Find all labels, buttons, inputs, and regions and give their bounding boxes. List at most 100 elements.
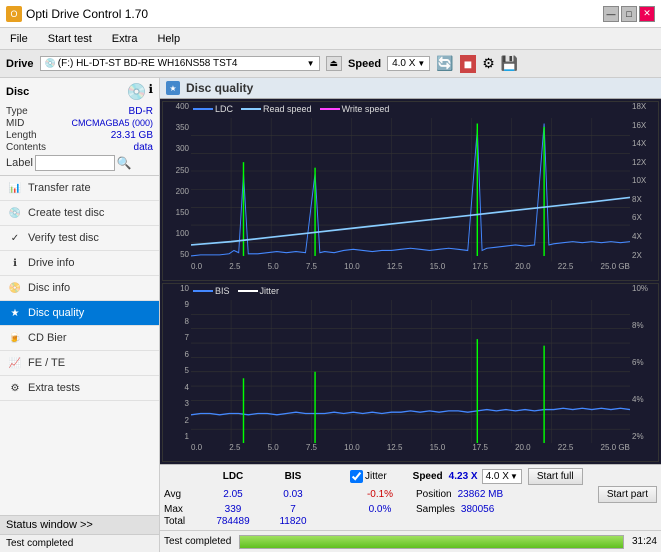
stats-max-bis: 7 (264, 504, 322, 515)
menu-extra[interactable]: Extra (106, 31, 144, 47)
window-controls: — □ ✕ (603, 6, 655, 22)
bis-y-axis-right: 10% 8% 6% 4% 2% (630, 284, 658, 442)
ldc-y-axis-left: 400 350 300 250 200 150 100 50 (163, 102, 191, 260)
speed-dropdown[interactable]: 4.0 X ▼ (387, 56, 430, 71)
ldc-legend-write-label: Write speed (342, 104, 390, 114)
stats-avg-bis: 0.03 (264, 489, 322, 500)
sidebar-item-verify-test-disc[interactable]: ✓ Verify test disc (0, 226, 159, 251)
ldc-legend-ldc: LDC (193, 104, 233, 114)
status-text-value: Test completed (6, 538, 73, 549)
disc-info-btn[interactable]: ℹ (148, 82, 153, 102)
stats-total-row: Total 784489 11820 (164, 516, 657, 527)
stats-max-row: Max 339 7 0.0% Samples 380056 (164, 504, 657, 515)
disc-mid-row: MID CMCMAGBA5 (000) (6, 118, 153, 129)
stats-speed-dropdown-value: 4.0 X (486, 471, 509, 482)
stats-max-jitter: 0.0% (350, 504, 410, 515)
stats-speed-dropdown-arrow: ▼ (510, 472, 518, 481)
fe-te-icon: 📈 (8, 356, 22, 370)
disc-panel: Disc 💿 ℹ Type BD-R MID CMCMAGBA5 (000) L… (0, 78, 159, 176)
status-text: Test completed (0, 534, 159, 552)
stop-button[interactable]: ■ (460, 55, 476, 73)
sidebar-item-fe-te[interactable]: 📈 FE / TE (0, 351, 159, 376)
disc-contents-label: Contents (6, 142, 46, 153)
bis-legend-bis-label: BIS (215, 286, 230, 296)
stats-samples-label: Samples (416, 504, 455, 515)
stats-panel: LDC BIS Jitter Speed 4.23 X 4.0 X ▼ Star… (160, 464, 661, 530)
speed-label: Speed (348, 58, 381, 70)
ldc-legend-write: Write speed (320, 104, 390, 114)
stats-max-ldc: 339 (204, 504, 262, 515)
progress-bar-container (239, 535, 624, 549)
sidebar-item-disc-info[interactable]: 📀 Disc info (0, 276, 159, 301)
stats-speed-dropdown[interactable]: 4.0 X ▼ (482, 469, 522, 484)
content-header: ★ Disc quality (160, 78, 661, 99)
menubar: File Start test Extra Help (0, 28, 661, 50)
save-icon[interactable]: 💾 (501, 55, 518, 72)
drive-bar: Drive 💿 (F:) HL-DT-ST BD-RE WH16NS58 TST… (0, 50, 661, 78)
cd-bier-icon: 🍺 (8, 331, 22, 345)
sidebar-item-transfer-rate[interactable]: 📊 Transfer rate (0, 176, 159, 201)
ldc-x-axis: 0.0 2.5 5.0 7.5 10.0 12.5 15.0 17.5 20.0… (191, 262, 630, 280)
ldc-legend-ldc-label: LDC (215, 104, 233, 114)
maximize-button[interactable]: □ (621, 6, 637, 22)
drive-info-icon: ℹ (8, 256, 22, 270)
ldc-chart-svg (191, 118, 630, 262)
drive-label: Drive (6, 58, 34, 70)
sidebar-item-drive-info[interactable]: ℹ Drive info (0, 251, 159, 276)
start-full-button[interactable]: Start full (528, 468, 583, 485)
app-title: Opti Drive Control 1.70 (26, 7, 148, 21)
ldc-legend: LDC Read speed Write speed (193, 104, 389, 114)
content-title: Disc quality (186, 81, 253, 95)
charts-area: LDC Read speed Write speed 400 350 300 (160, 99, 661, 464)
stats-avg-ldc: 2.05 (204, 489, 262, 500)
disc-mid-value: CMCMAGBA5 (000) (71, 118, 153, 129)
minimize-button[interactable]: — (603, 6, 619, 22)
sidebar-item-extra-tests[interactable]: ⚙ Extra tests (0, 376, 159, 401)
progress-time: 31:24 (632, 536, 657, 547)
jitter-checkbox[interactable] (350, 470, 363, 483)
disc-type-label: Type (6, 106, 28, 117)
stats-samples-value: 380056 (461, 504, 494, 515)
disc-type-value: BD-R (129, 106, 153, 117)
extra-tests-icon: ⚙ (8, 381, 22, 395)
status-window-button[interactable]: Status window >> (0, 515, 159, 534)
disc-length-label: Length (6, 130, 37, 141)
stats-ldc-header: LDC (204, 471, 262, 482)
sidebar-item-cd-bier-label: CD Bier (28, 332, 67, 344)
disc-label-row: Label 🔍 (6, 155, 153, 171)
sidebar-item-disc-quality[interactable]: ★ Disc quality (0, 301, 159, 326)
bis-legend-jitter-label: Jitter (260, 286, 280, 296)
disc-label-input[interactable] (35, 155, 115, 171)
sidebar-item-drive-info-label: Drive info (28, 257, 74, 269)
ldc-legend-read: Read speed (241, 104, 312, 114)
ldc-y-axis-right: 18X 16X 14X 12X 10X 8X 6X 4X 2X (630, 102, 658, 260)
disc-mid-label: MID (6, 118, 24, 129)
stats-header: LDC BIS Jitter Speed 4.23 X 4.0 X ▼ Star… (164, 468, 657, 485)
start-part-button[interactable]: Start part (598, 486, 657, 503)
bis-chart: BIS Jitter 10 9 8 7 6 5 4 3 (162, 283, 659, 463)
refresh-icon[interactable]: 🔄 (436, 55, 453, 72)
stats-avg-row: Avg 2.05 0.03 -0.1% Position 23862 MB St… (164, 486, 657, 503)
transfer-rate-icon: 📊 (8, 181, 22, 195)
drive-dropdown[interactable]: 💿 (F:) HL-DT-ST BD-RE WH16NS58 TST4 ▼ (40, 56, 320, 71)
menu-help[interactable]: Help (151, 31, 186, 47)
settings-icon[interactable]: ⚙ (482, 55, 495, 72)
stats-position-label: Position (416, 489, 452, 500)
content-header-icon: ★ (166, 81, 180, 95)
stats-total-bis: 11820 (264, 516, 322, 527)
jitter-label: Jitter (365, 471, 387, 482)
menu-start-test[interactable]: Start test (42, 31, 98, 47)
sidebar-item-create-test-disc[interactable]: 💿 Create test disc (0, 201, 159, 226)
label-search-btn[interactable]: 🔍 (117, 156, 132, 170)
sidebar-item-cd-bier[interactable]: 🍺 CD Bier (0, 326, 159, 351)
speed-value: 4.0 X (392, 58, 415, 69)
drive-value: (F:) HL-DT-ST BD-RE WH16NS58 TST4 (58, 58, 305, 69)
disc-title: Disc (6, 86, 29, 98)
status-window-label: Status window >> (6, 519, 93, 531)
bis-x-axis: 0.0 2.5 5.0 7.5 10.0 12.5 15.0 17.5 20.0… (191, 443, 630, 461)
eject-button[interactable]: ⏏ (326, 56, 343, 71)
verify-test-disc-icon: ✓ (8, 231, 22, 245)
stats-max-label: Max (164, 504, 202, 515)
close-button[interactable]: ✕ (639, 6, 655, 22)
menu-file[interactable]: File (4, 31, 34, 47)
